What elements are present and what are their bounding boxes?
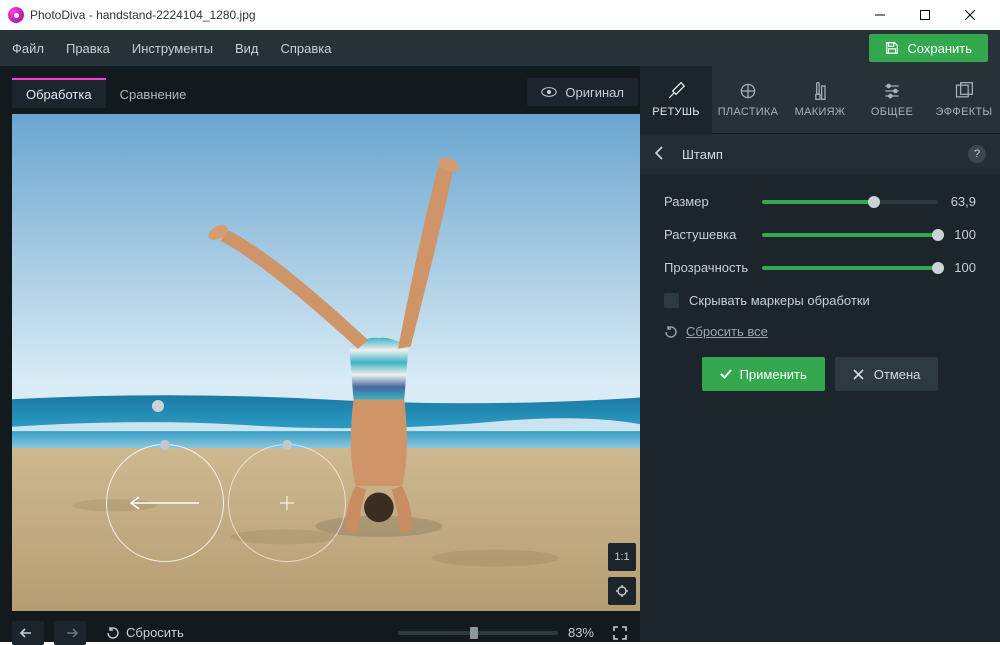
cancel-button[interactable]: Отмена bbox=[835, 357, 939, 391]
x-icon bbox=[853, 369, 864, 380]
makeup-icon bbox=[810, 81, 830, 101]
zoom-slider-thumb[interactable] bbox=[470, 627, 478, 639]
tab-compare[interactable]: Сравнение bbox=[106, 78, 201, 108]
fullscreen-icon bbox=[613, 626, 627, 640]
clone-arrow-icon bbox=[125, 496, 205, 510]
save-label: Сохранить bbox=[907, 41, 972, 56]
close-button[interactable] bbox=[947, 0, 992, 30]
menu-edit[interactable]: Правка bbox=[66, 41, 110, 56]
workspace-footer: Сбросить 83% bbox=[12, 621, 640, 645]
mode-tab-effects[interactable]: ЭФФЕКТЫ bbox=[928, 66, 1000, 134]
mode-tab-makeup[interactable]: МАКИЯЖ bbox=[784, 66, 856, 134]
hide-markers-label: Скрывать маркеры обработки bbox=[689, 293, 870, 308]
hide-markers-checkbox[interactable] bbox=[664, 293, 679, 308]
menu-tools[interactable]: Инструменты bbox=[132, 41, 213, 56]
app-name: PhotoDiva bbox=[30, 8, 85, 22]
size-value: 63,9 bbox=[938, 194, 976, 209]
save-icon bbox=[885, 41, 899, 55]
panel-title: Штамп bbox=[682, 147, 723, 162]
eye-icon bbox=[541, 87, 557, 97]
size-slider[interactable] bbox=[762, 200, 938, 204]
reset-all-icon bbox=[664, 325, 678, 339]
slider-feather: Растушевка 100 bbox=[664, 227, 976, 242]
reset-all-label: Сбросить все bbox=[686, 324, 768, 339]
zoom-value: 83% bbox=[568, 625, 594, 640]
one-to-one-button[interactable]: 1:1 bbox=[608, 543, 636, 571]
back-button[interactable] bbox=[654, 146, 672, 163]
save-button[interactable]: Сохранить bbox=[869, 34, 988, 62]
help-button[interactable]: ? bbox=[968, 145, 986, 163]
reset-button[interactable]: Сбросить bbox=[96, 621, 194, 645]
mode-tabs: РЕТУШЬ ПЛАСТИКА МАКИЯЖ ОБЩЕЕ ЭФФЕКТЫ bbox=[640, 66, 1000, 134]
fit-icon bbox=[615, 584, 629, 598]
mode-tab-general[interactable]: ОБЩЕЕ bbox=[856, 66, 928, 134]
apply-button[interactable]: Применить bbox=[702, 357, 825, 391]
zoom-slider[interactable] bbox=[398, 631, 558, 635]
sliders-icon bbox=[882, 81, 902, 101]
mode-tab-retouch[interactable]: РЕТУШЬ bbox=[640, 66, 712, 134]
clone-target-handle[interactable] bbox=[282, 440, 292, 450]
file-name: handstand-2224104_1280.jpg bbox=[96, 8, 255, 22]
opacity-slider-thumb[interactable] bbox=[932, 262, 944, 274]
panel-header: Штамп ? bbox=[640, 134, 1000, 174]
fit-screen-button[interactable] bbox=[608, 577, 636, 605]
feather-slider-thumb[interactable] bbox=[932, 229, 944, 241]
feather-slider[interactable] bbox=[762, 233, 938, 237]
original-toggle-button[interactable]: Оригинал bbox=[527, 78, 638, 106]
menu-view[interactable]: Вид bbox=[235, 41, 259, 56]
redo-button[interactable] bbox=[54, 621, 86, 645]
photo-canvas[interactable]: 1:1 bbox=[12, 114, 640, 611]
clone-target-circle[interactable] bbox=[228, 444, 346, 562]
reset-label: Сбросить bbox=[126, 625, 184, 640]
apply-label: Применить bbox=[740, 367, 807, 382]
opacity-label: Прозрачность bbox=[664, 260, 762, 275]
control-point[interactable] bbox=[152, 400, 164, 412]
window-title: PhotoDiva - handstand-2224104_1280.jpg bbox=[30, 8, 256, 22]
undo-button[interactable] bbox=[12, 621, 44, 645]
liquify-icon bbox=[738, 81, 758, 101]
redo-icon bbox=[62, 627, 78, 639]
window-titlebar: PhotoDiva - handstand-2224104_1280.jpg bbox=[0, 0, 1000, 30]
undo-icon bbox=[20, 627, 36, 639]
crosshair-icon bbox=[280, 496, 294, 510]
feather-label: Растушевка bbox=[664, 227, 762, 242]
retouch-icon bbox=[666, 81, 686, 101]
opacity-slider[interactable] bbox=[762, 266, 938, 270]
effects-icon bbox=[954, 81, 974, 101]
slider-opacity: Прозрачность 100 bbox=[664, 260, 976, 275]
fullscreen-button[interactable] bbox=[604, 621, 636, 645]
workspace: Обработка Сравнение Оригинал bbox=[0, 66, 640, 642]
cancel-label: Отмена bbox=[874, 367, 921, 382]
original-label: Оригинал bbox=[565, 85, 624, 100]
minimize-button[interactable] bbox=[857, 0, 902, 30]
slider-size: Размер 63,9 bbox=[664, 194, 976, 209]
size-label: Размер bbox=[664, 194, 762, 209]
size-slider-thumb[interactable] bbox=[868, 196, 880, 208]
sidebar: РЕТУШЬ ПЛАСТИКА МАКИЯЖ ОБЩЕЕ ЭФФЕКТЫ bbox=[640, 66, 1000, 642]
reset-all-button[interactable]: Сбросить все bbox=[664, 324, 976, 339]
tab-edit[interactable]: Обработка bbox=[12, 78, 106, 108]
chevron-left-icon bbox=[654, 146, 664, 160]
check-icon bbox=[720, 368, 732, 380]
app-logo-icon bbox=[8, 7, 24, 23]
menu-file[interactable]: Файл bbox=[12, 41, 44, 56]
reset-icon bbox=[106, 626, 120, 640]
clone-source-circle[interactable] bbox=[106, 444, 224, 562]
menu-bar: Файл Правка Инструменты Вид Справка Сохр… bbox=[0, 30, 1000, 66]
menu-help[interactable]: Справка bbox=[280, 41, 331, 56]
clone-source-handle[interactable] bbox=[160, 440, 170, 450]
maximize-button[interactable] bbox=[902, 0, 947, 30]
mode-tab-liquify[interactable]: ПЛАСТИКА bbox=[712, 66, 784, 134]
